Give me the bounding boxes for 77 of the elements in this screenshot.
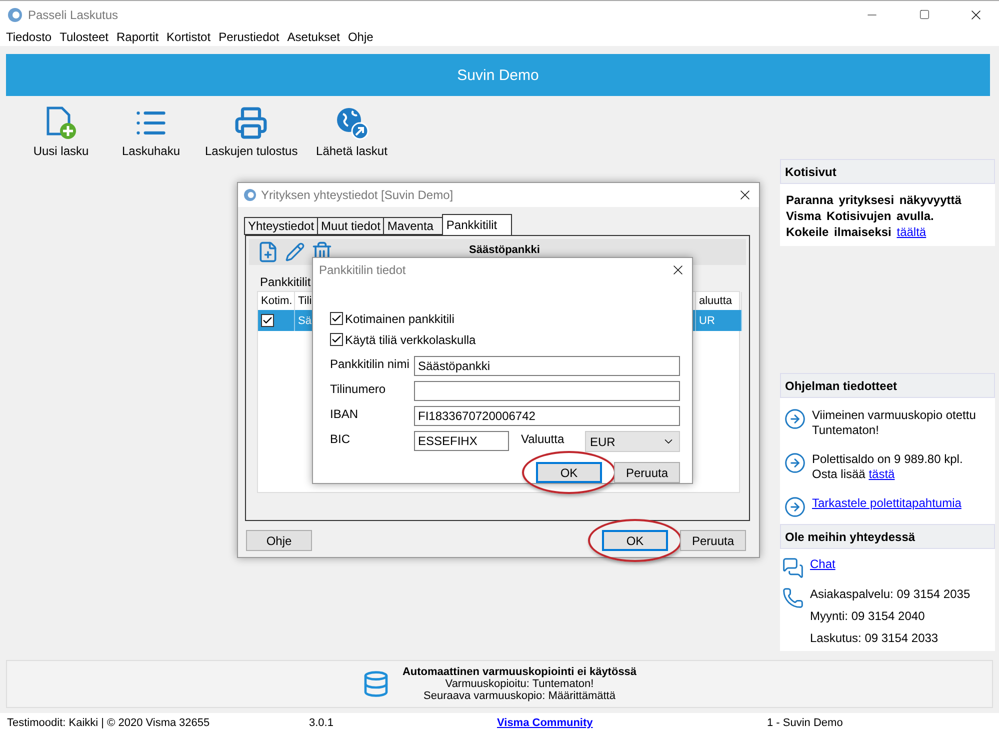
toolbar-button[interactable]: Lähetä laskut [310,106,393,158]
arrow-circle-icon [784,452,806,474]
field-label: Pankkitilin nimi [330,357,410,371]
arrow-circle-icon [784,408,806,430]
field-label: Tilinumero [330,382,387,396]
tab[interactable]: Yhteystiedot [244,217,318,235]
menu-item[interactable]: Raportit [112,28,163,46]
section-title: Kotisivut [780,159,995,184]
version-text: 3.0.1 [309,717,334,729]
add-document-icon[interactable] [257,241,279,263]
tab[interactable]: Muut tiedot [317,217,384,235]
dialog-button[interactable]: Peruuta [614,462,680,483]
tab[interactable]: Maventa [383,217,444,235]
field-label: BIC [330,432,352,446]
menu-item[interactable]: Tiedosto [2,28,56,46]
toolbar-button[interactable]: Laskuhaku [110,106,192,158]
section-title: Ohjelman tiedotteet [780,373,995,398]
input-field[interactable]: ESSEFIHX [414,431,509,451]
tab[interactable]: Pankkitilit [442,214,512,235]
globe-arrow-icon [334,106,369,140]
notice-text: Viimeinen varmuuskopio otettu Tuntematon! [812,408,977,438]
backup-info: Varmuuskopioitu: Tuntematon! [445,678,594,690]
menu-item[interactable]: Tulosteet [56,28,113,46]
dialog-button[interactable]: Ohje [246,530,312,551]
checkbox[interactable] [330,333,343,346]
input-field[interactable]: Säästöpankki [414,356,680,376]
ok-button[interactable]: OK [536,462,602,483]
input-field[interactable]: FI1833670720006742 [414,406,680,426]
database-icon [362,670,390,698]
app-logo-icon [244,189,256,201]
document-plus-icon [44,106,78,140]
chat-link[interactable]: Chat [810,557,836,571]
status-text: Testimoodit: Kaikki | © 2020 Visma [7,717,178,729]
company-text: 1 - Suvin Demo [767,717,844,729]
toolbar-button[interactable]: Laskujen tulostus [200,106,303,158]
status-text: 32655 [179,717,211,729]
checkbox-label: Käytä tiliä verkkolaskulla [345,332,476,346]
table-cell: UR [696,310,742,331]
link[interactable]: tästä [868,467,895,481]
phone-number: Asiakaspalvelu: 09 3154 2035 [810,587,970,601]
phone-number: Myynti: 09 3154 2040 [810,609,926,623]
ok-button[interactable]: OK [602,530,668,551]
section-title: Ole meihin yhteydessä [780,524,995,549]
toolbar-button[interactable]: Uusi lasku [20,106,102,158]
community-link[interactable]: Visma Community [497,717,593,729]
printer-icon [234,106,268,140]
checkbox-label: Kotimainen pankkitili [345,312,454,326]
menu-item[interactable]: Perustiedot [214,28,284,46]
link[interactable]: täältä [896,225,926,239]
checkbox[interactable] [330,312,343,325]
app-logo-icon [8,8,22,22]
field-label: IBAN [330,407,360,421]
input-field[interactable] [414,381,680,401]
field-label: Valuutta [520,432,566,446]
backup-title: Automaattinen varmuuskopiointi ei käytössä [402,666,637,678]
maximize-icon[interactable] [918,9,930,20]
promo-text: Paranna yrityksesi näkyvyyttä Visma Kotisivujen avulla. Kokeile ilmaiseksi täältä [786,192,962,240]
currency-dropdown[interactable]: EUR [585,431,680,452]
arrow-circle-icon [784,496,806,518]
company-banner: Suvin Demo [6,54,990,96]
menu-item[interactable]: Asetukset [283,28,344,46]
dialog-title: Yrityksen yhteystiedot [Suvin Demo] [261,188,454,202]
checkbox[interactable] [261,314,274,327]
backup-info: Seuraava varmuuskopio: Määrittämättä [424,690,616,702]
notice-text: Polettisaldo on 9 989.80 kpl. Osta lisää tästä [812,452,964,482]
dialog-button[interactable]: Peruuta [680,530,746,551]
window-title: Passeli Laskutus [28,8,120,22]
link[interactable]: Tarkastele polettitapahtumia [812,496,962,511]
toolbar-title: Säästöpankki [469,244,540,256]
menu-item[interactable]: Kortistot [162,28,215,46]
list-label: Pankkitilit [260,275,312,289]
pencil-icon[interactable] [285,242,305,262]
phone-icon [782,587,804,609]
phone-number: Laskutus: 09 3154 2033 [810,631,940,645]
menu-item[interactable]: Ohje [344,28,378,46]
dialog-title: Pankkitilin tiedot [319,263,407,277]
chat-icon [782,557,804,579]
